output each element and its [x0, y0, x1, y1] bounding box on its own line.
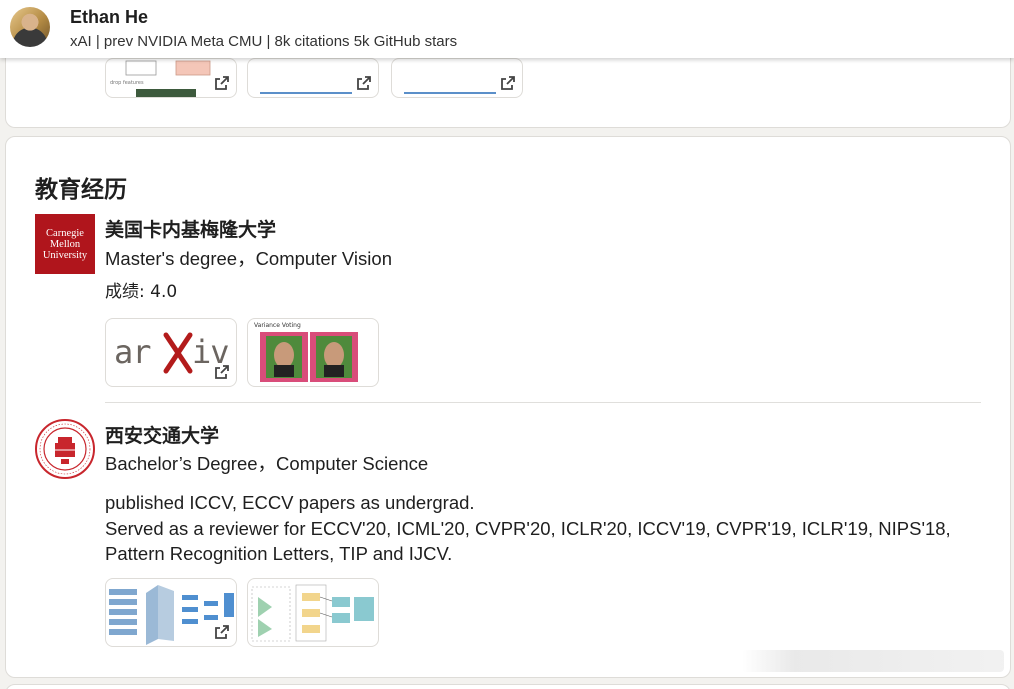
- network-diagram-media-thumbnail[interactable]: [105, 578, 237, 647]
- svg-text:ar: ar: [114, 333, 151, 371]
- cmu-logo-line: Mellon: [49, 238, 81, 250]
- description-line: Pattern Recognition Letters, TIP and IJC…: [105, 543, 453, 564]
- external-link-icon[interactable]: [356, 75, 372, 91]
- svg-text:drop features: drop features: [110, 80, 144, 86]
- cmu-logo-line: Carnegie: [46, 227, 84, 239]
- next-section-card: [5, 684, 1011, 689]
- thumbnail-underline: [404, 92, 496, 94]
- architecture-diagram-media-thumbnail[interactable]: [247, 578, 379, 647]
- degree: Bachelor’s Degree，Computer Science: [105, 453, 429, 474]
- school-name[interactable]: 西安交通大学: [105, 421, 219, 448]
- profile-headline: xAI | prev NVIDIA Meta CMU | 8k citation…: [70, 33, 458, 50]
- arxiv-media-thumbnail[interactable]: ar iv: [105, 318, 237, 387]
- external-link-icon[interactable]: [214, 75, 230, 91]
- grade: 成绩: 4.0: [105, 282, 178, 302]
- section-title: 教育经历: [35, 177, 127, 203]
- scroll-fade-overlay: [742, 650, 1004, 672]
- description-line: Served as a reviewer for ECCV'20, ICML'2…: [105, 517, 951, 539]
- variance-voting-media-thumbnail[interactable]: Variance Voting: [247, 318, 379, 387]
- cmu-logo-line: University: [42, 249, 88, 261]
- school-name[interactable]: 美国卡内基梅隆大学: [105, 215, 276, 242]
- profile-header: Ethan He xAI | prev NVIDIA Meta CMU | 8k…: [0, 0, 1014, 58]
- xjtu-seal-icon: [35, 419, 95, 479]
- school-description: published ICCV, ECCV papers as undergrad…: [105, 490, 995, 567]
- profile-name[interactable]: Ethan He: [70, 7, 148, 28]
- external-link-icon[interactable]: [500, 75, 516, 91]
- thumbnail-underline: [260, 92, 352, 94]
- external-link-icon[interactable]: [214, 624, 230, 640]
- cmu-logo[interactable]: Carnegie Mellon University: [35, 214, 95, 274]
- thumbnail-caption: Variance Voting: [254, 322, 301, 329]
- image-preview-icon: [260, 332, 358, 382]
- media-thumbnail[interactable]: drop features: [105, 58, 237, 98]
- avatar[interactable]: [10, 7, 50, 47]
- media-thumbnail[interactable]: [247, 58, 379, 98]
- architecture-diagram-icon: [251, 584, 374, 642]
- xjtu-logo[interactable]: [35, 419, 95, 479]
- description-line: published ICCV, ECCV papers as undergrad…: [105, 492, 475, 513]
- education-section: 教育经历 Carnegie Mellon University 美国卡内基梅隆大…: [5, 136, 1011, 678]
- divider: [105, 402, 981, 403]
- media-thumbnail[interactable]: [391, 58, 523, 98]
- degree: Master's degree，Computer Vision: [105, 248, 392, 269]
- external-link-icon[interactable]: [214, 364, 230, 380]
